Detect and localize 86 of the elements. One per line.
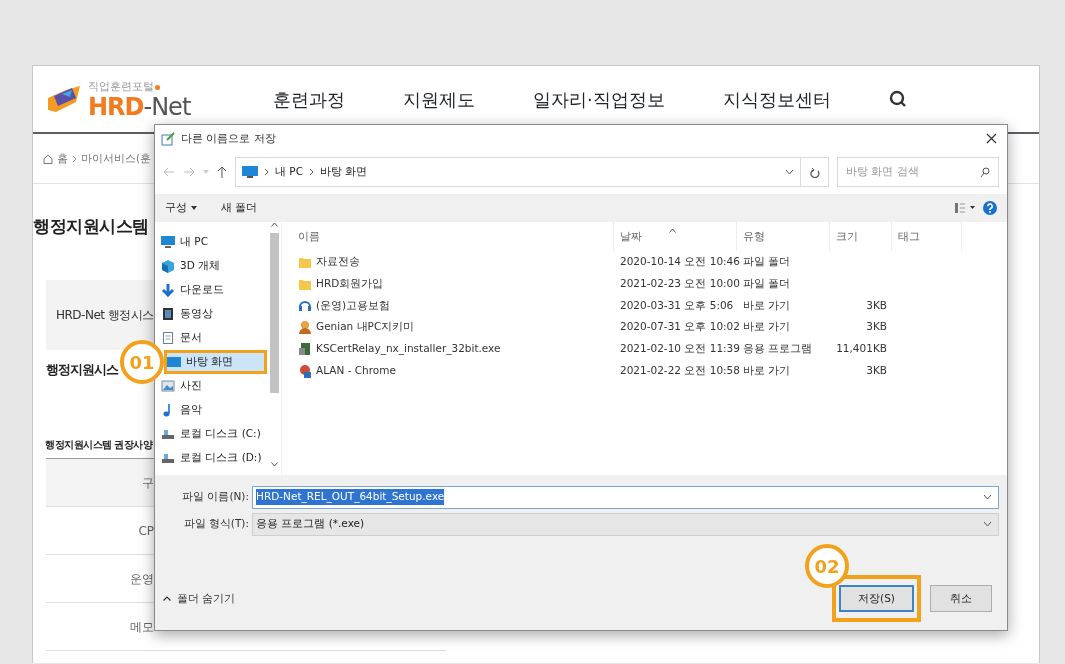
scroll-up-icon[interactable] (270, 222, 278, 227)
nav-tree-item[interactable]: 3D 개체 (155, 254, 267, 278)
document-icon (161, 331, 175, 345)
app-shortcut-icon (298, 363, 312, 378)
help-icon[interactable] (983, 201, 997, 215)
nav-tree-item[interactable]: 내 PC (155, 230, 267, 254)
dialog-title: 다른 이름으로 저장 (181, 130, 276, 146)
scrollbar-thumb[interactable] (269, 233, 279, 393)
headset-icon (298, 298, 312, 313)
table-cell-text: 운영 (129, 570, 154, 588)
logo-icon (46, 84, 82, 114)
filename-field[interactable]: HRD-Net_REL_OUT_64bit_Setup.exe (252, 485, 999, 509)
file-row[interactable]: HRD회원가입 2021-02-23 오전 10:00 파일 폴더 (292, 272, 1007, 295)
column-header[interactable]: 날짜 (614, 222, 737, 251)
drive-icon (161, 427, 175, 441)
search-icon[interactable] (980, 166, 990, 178)
chevron-icon (72, 154, 77, 163)
table-cell-text: CP (137, 522, 154, 540)
nav-tree-item[interactable]: 로컬 디스크 (C:) (155, 422, 267, 446)
installer-icon (298, 342, 312, 357)
nav-link[interactable]: 지원제도 (403, 85, 475, 113)
column-header[interactable]: 이름 (292, 222, 614, 251)
file-row[interactable]: KSCertRelay_nx_installer_32bit.exe 2021-02-10 오전 11:39 응용 프로그램 11,401KB (292, 338, 1007, 360)
file-row[interactable]: 자료전송 2020-10-14 오전 10:46 파일 폴더 (292, 251, 1007, 273)
section-title: 행정지원시스 (46, 360, 118, 379)
field-label: 파일 이름(N): (181, 489, 250, 505)
column-header[interactable]: 유형 (737, 222, 830, 251)
nav-link[interactable]: 훈련과정 (273, 85, 345, 113)
organize-menu[interactable]: 구성 (165, 200, 197, 216)
spec-title: 행정지원시스템 권장사양 (45, 438, 153, 452)
banner-text: HRD-Net 행정시스 (56, 306, 154, 324)
file-row[interactable]: Genian 내PC지키미 2020-07-31 오후 10:02 바로 가기 3KB (292, 316, 1007, 339)
sort-caret-icon (669, 227, 676, 233)
column-header[interactable]: 크기 (830, 222, 892, 251)
page-title: 행정지원시스템 (33, 215, 149, 238)
nav-link[interactable]: 일자리·직업정보 (533, 85, 665, 113)
save-icon (161, 131, 175, 146)
caret-up-icon (163, 596, 171, 601)
download-arrow-icon (161, 283, 175, 297)
monitor-icon (242, 166, 258, 178)
column-header[interactable]: 태그 (892, 222, 962, 251)
drive-icon (161, 451, 175, 465)
dropdown-icon (983, 494, 992, 500)
nav-tree-item[interactable]: 로컬 디스크 (D:) (155, 446, 267, 470)
hide-folders-toggle[interactable]: 폴더 숨기기 (163, 590, 236, 607)
logo-tagline: 직업훈련포털 (88, 79, 154, 95)
table-cell-text: 메모 (129, 618, 154, 636)
picture-icon (161, 379, 175, 393)
dropdown-icon (983, 521, 992, 527)
file-type-dropdown[interactable]: 응용 프로그램 (*.exe) (252, 512, 999, 536)
monitor-icon (167, 355, 181, 369)
logo-text: HRD-Net (88, 94, 191, 119)
search-placeholder: 바탕 화면 검색 (846, 164, 919, 180)
refresh-icon[interactable] (809, 166, 820, 178)
person-icon (298, 320, 312, 335)
view-options-icon[interactable] (955, 203, 975, 213)
home-icon[interactable] (43, 153, 53, 164)
column-header: 구 (141, 474, 154, 492)
chevron-icon (264, 168, 269, 176)
film-icon (161, 307, 175, 321)
nav-link[interactable]: 지식정보센터 (722, 85, 831, 113)
dropdown-icon[interactable] (785, 169, 794, 175)
path-segment[interactable]: 바탕 화면 (320, 164, 368, 180)
field-label: 파일 형식(T): (182, 516, 250, 532)
nav-tree-item[interactable]: 바탕 화면 (167, 353, 264, 371)
cube-icon (161, 259, 175, 273)
path-segment[interactable]: 내 PC (275, 164, 303, 180)
chevron-icon (309, 168, 314, 176)
monitor-icon (161, 235, 175, 249)
new-folder-button[interactable]: 새 폴더 (221, 200, 258, 216)
close-icon[interactable] (986, 133, 997, 144)
cancel-button[interactable]: 취소 (930, 585, 992, 612)
caret-icon (191, 206, 197, 210)
step-number-badge: 01 (120, 340, 164, 384)
breadcrumb-link[interactable]: 마이서비스(훈 (81, 150, 152, 167)
search-icon[interactable] (888, 90, 907, 108)
nav-tree-item[interactable]: 다운로드 (155, 278, 267, 302)
file-row[interactable]: ALAN - Chrome 2021-02-22 오전 10:58 바로 가기 3KB (292, 360, 1007, 382)
scroll-down-icon[interactable] (270, 462, 278, 467)
step-number-badge: 02 (805, 544, 849, 588)
breadcrumb-link[interactable]: 홈 (57, 150, 68, 167)
nav-tree-item[interactable]: 동영상 (155, 302, 267, 326)
file-row[interactable]: (운영)고용보험 2020-03-31 오후 5:06 바로 가기 3KB (292, 294, 1007, 317)
save-button[interactable]: 저장(S) (839, 585, 914, 612)
up-arrow-icon[interactable] (217, 166, 227, 178)
nav-tree-item[interactable]: 음악 (155, 398, 267, 422)
